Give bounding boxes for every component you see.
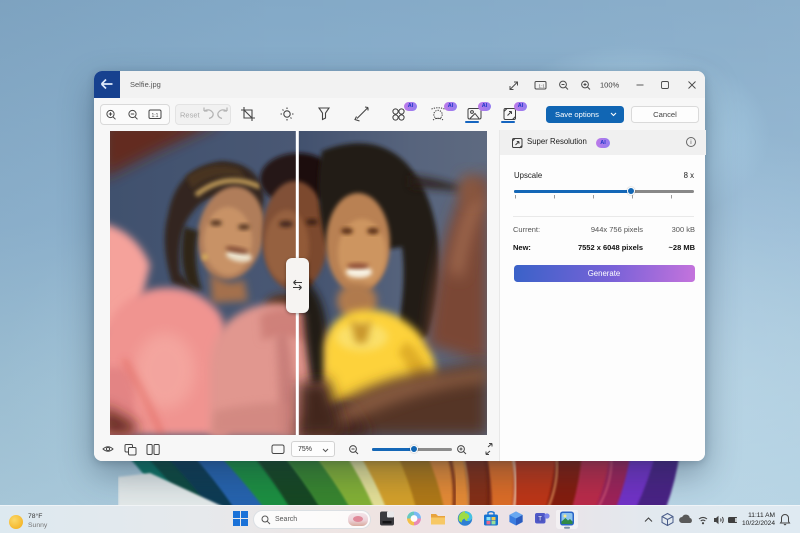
- svg-text:100%: 100%: [600, 81, 620, 90]
- svg-text:Reset: Reset: [180, 111, 201, 120]
- svg-text:1:1: 1:1: [152, 113, 159, 119]
- svg-text:T: T: [538, 517, 542, 523]
- svg-text:1:1: 1:1: [539, 84, 546, 89]
